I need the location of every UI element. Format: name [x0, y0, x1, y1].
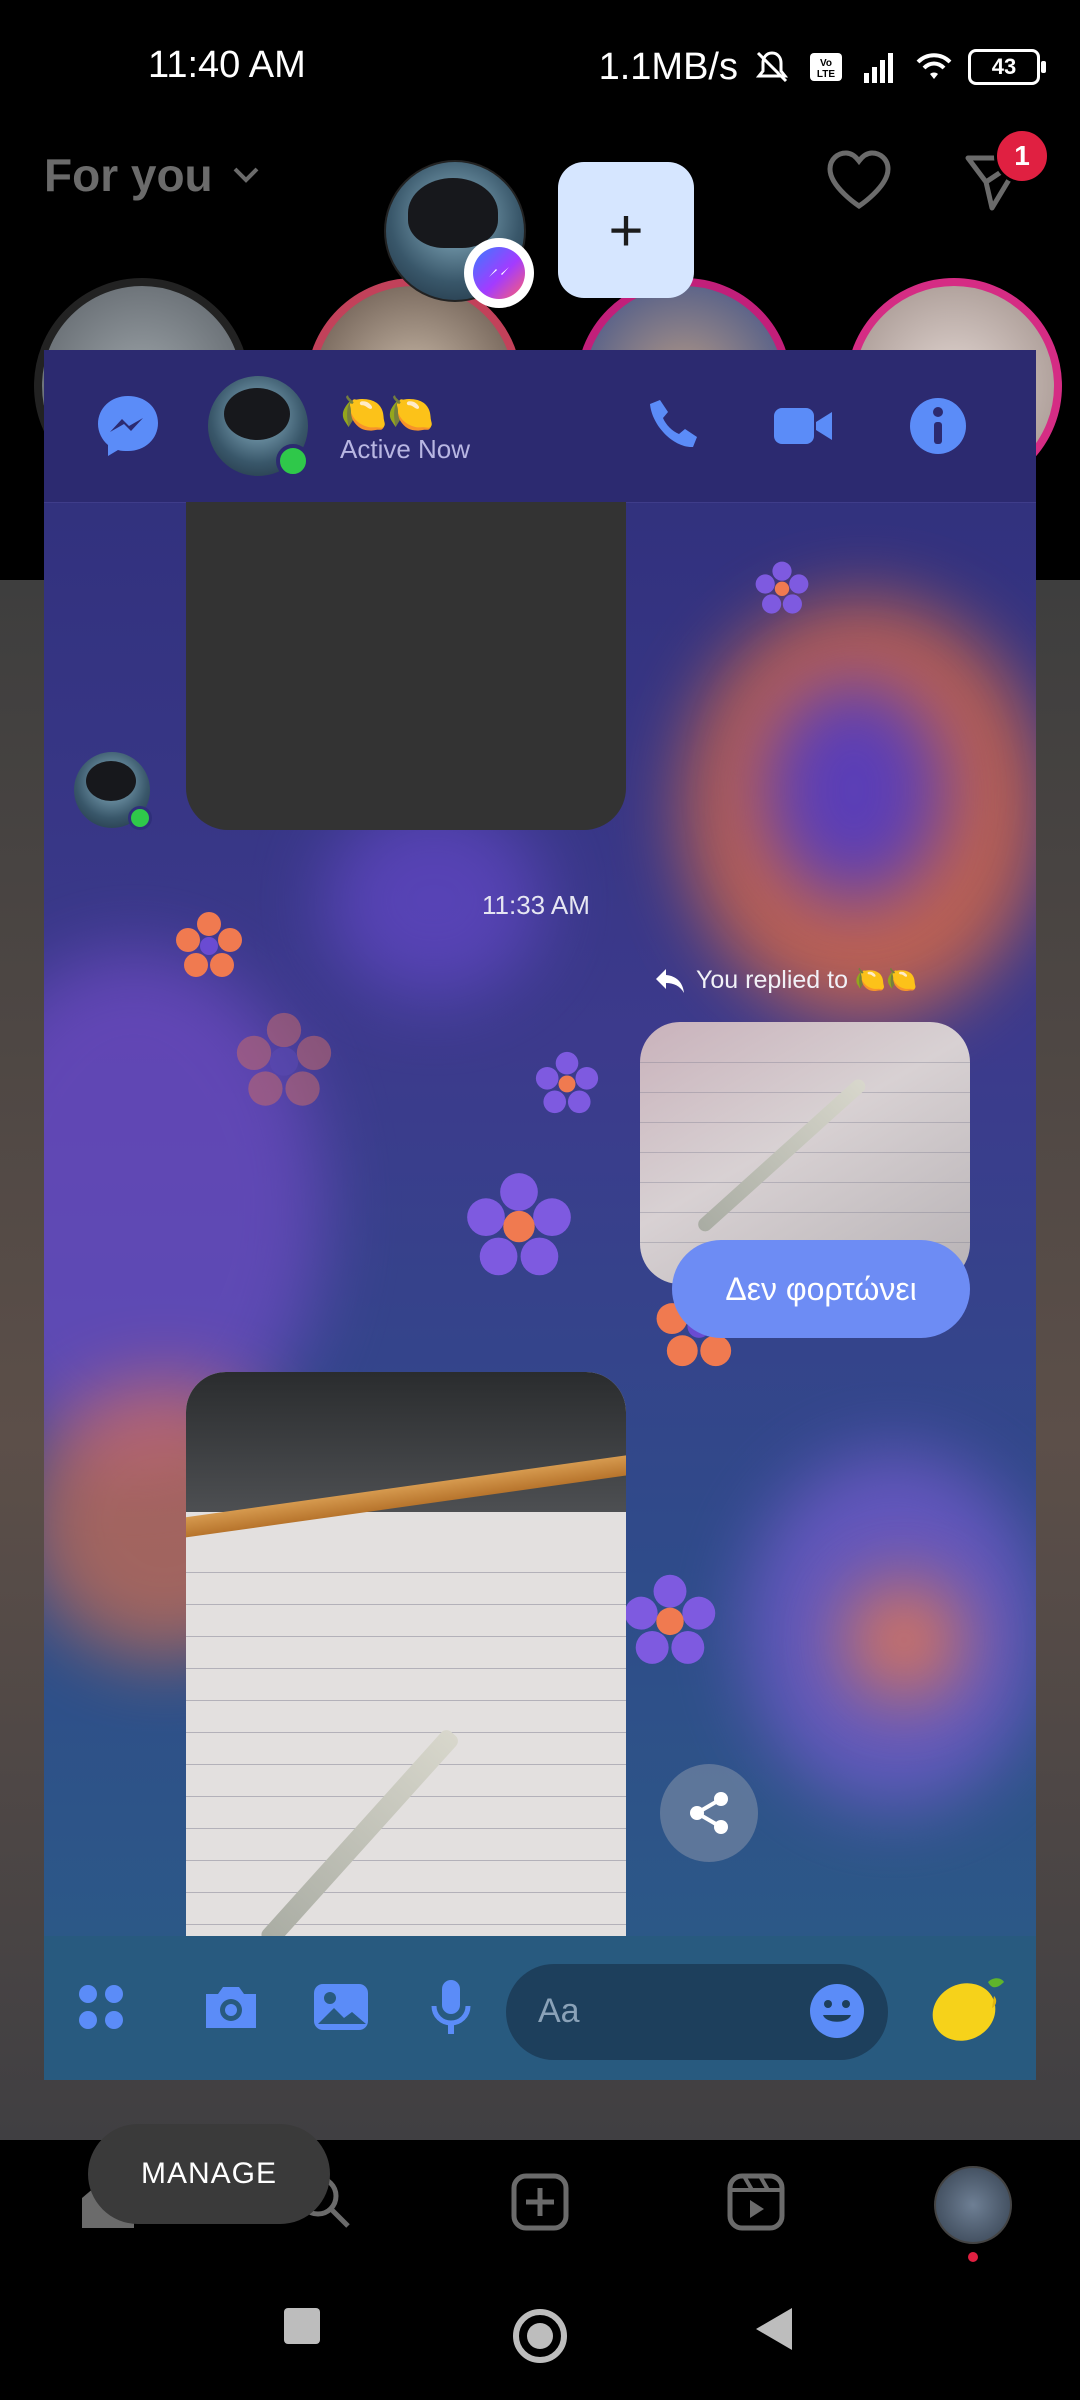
messenger-badge-icon — [464, 238, 534, 308]
flower-decoration — [236, 1012, 332, 1106]
video-call-icon[interactable] — [772, 394, 836, 458]
message-composer: Aa — [44, 1936, 1036, 2080]
messenger-chat-window: 🍋🍋 Active Now 11:33 AM You replied to 🍋🍋… — [44, 350, 1036, 2080]
status-time: 11:40 AM — [148, 44, 306, 86]
background-flower — [844, 1580, 964, 1700]
status-icons: 1.1MB/s Vo LTE 43 — [598, 44, 1046, 90]
message-timestamp: 11:33 AM — [482, 890, 590, 920]
microphone-icon[interactable] — [420, 1976, 482, 2038]
message-input-placeholder: Aa — [538, 1992, 580, 2030]
contact-name[interactable]: 🍋🍋 — [340, 392, 435, 436]
message-input[interactable]: Aa — [506, 1964, 888, 2060]
manage-button[interactable]: MANAGE — [88, 2124, 330, 2224]
camera-icon[interactable] — [200, 1976, 262, 2038]
home-button-icon[interactable] — [510, 2306, 570, 2366]
reels-icon[interactable] — [724, 2170, 788, 2234]
online-indicator — [128, 806, 152, 830]
image-message[interactable] — [186, 1372, 626, 1938]
image-message[interactable] — [186, 502, 626, 830]
reply-arrow-icon — [656, 968, 684, 993]
volte-icon: Vo LTE — [810, 53, 842, 81]
contact-status: Active Now — [340, 434, 471, 464]
share-button[interactable] — [660, 1764, 758, 1862]
create-icon[interactable] — [508, 2170, 572, 2234]
share-icon — [690, 1792, 728, 1834]
reply-indicator: You replied to 🍋🍋 — [654, 966, 917, 995]
feed-title: For you — [44, 149, 213, 201]
flower-decoration — [755, 561, 809, 614]
background-flower — [764, 680, 944, 900]
messenger-icon[interactable] — [94, 392, 162, 460]
add-chat-head-button[interactable]: + — [558, 162, 694, 298]
gallery-icon[interactable] — [310, 1976, 372, 2038]
profile-notification-dot — [968, 2252, 978, 2262]
network-speed: 1.1MB/s — [598, 45, 738, 88]
flower-decoration — [176, 912, 242, 977]
status-bar: 11:40 AM 1.1MB/s Vo LTE 43 — [0, 0, 1080, 140]
online-indicator — [276, 444, 310, 478]
phone-call-icon[interactable] — [642, 394, 706, 458]
svg-text:Vo: Vo — [820, 58, 832, 69]
wifi-icon — [916, 53, 952, 79]
chevron-down-icon — [233, 167, 259, 183]
recent-apps-icon[interactable] — [282, 2306, 322, 2346]
feed-selector[interactable]: For you — [44, 148, 261, 202]
apps-icon[interactable] — [70, 1976, 132, 2038]
lemon-reaction-icon[interactable] — [924, 1964, 1010, 2050]
flower-decoration — [535, 1051, 599, 1114]
notification-badge: 1 — [994, 128, 1050, 184]
signal-icon — [864, 53, 893, 83]
flower-decoration — [624, 1574, 716, 1664]
heart-icon[interactable] — [826, 150, 892, 210]
reply-label: You replied to 🍋🍋 — [696, 966, 918, 994]
message-bubble[interactable]: Δεν φορτώνει — [672, 1240, 970, 1338]
mute-icon — [755, 51, 789, 83]
profile-avatar[interactable] — [934, 2166, 1012, 2244]
info-icon[interactable] — [906, 394, 970, 458]
flower-decoration — [467, 1173, 571, 1276]
battery-icon: 43 — [968, 49, 1046, 85]
svg-text:LTE: LTE — [817, 69, 835, 80]
chat-header: 🍋🍋 Active Now — [44, 350, 1036, 503]
emoji-icon[interactable] — [808, 1982, 866, 2040]
battery-level: 43 — [991, 54, 1017, 79]
back-icon[interactable] — [754, 2306, 794, 2352]
